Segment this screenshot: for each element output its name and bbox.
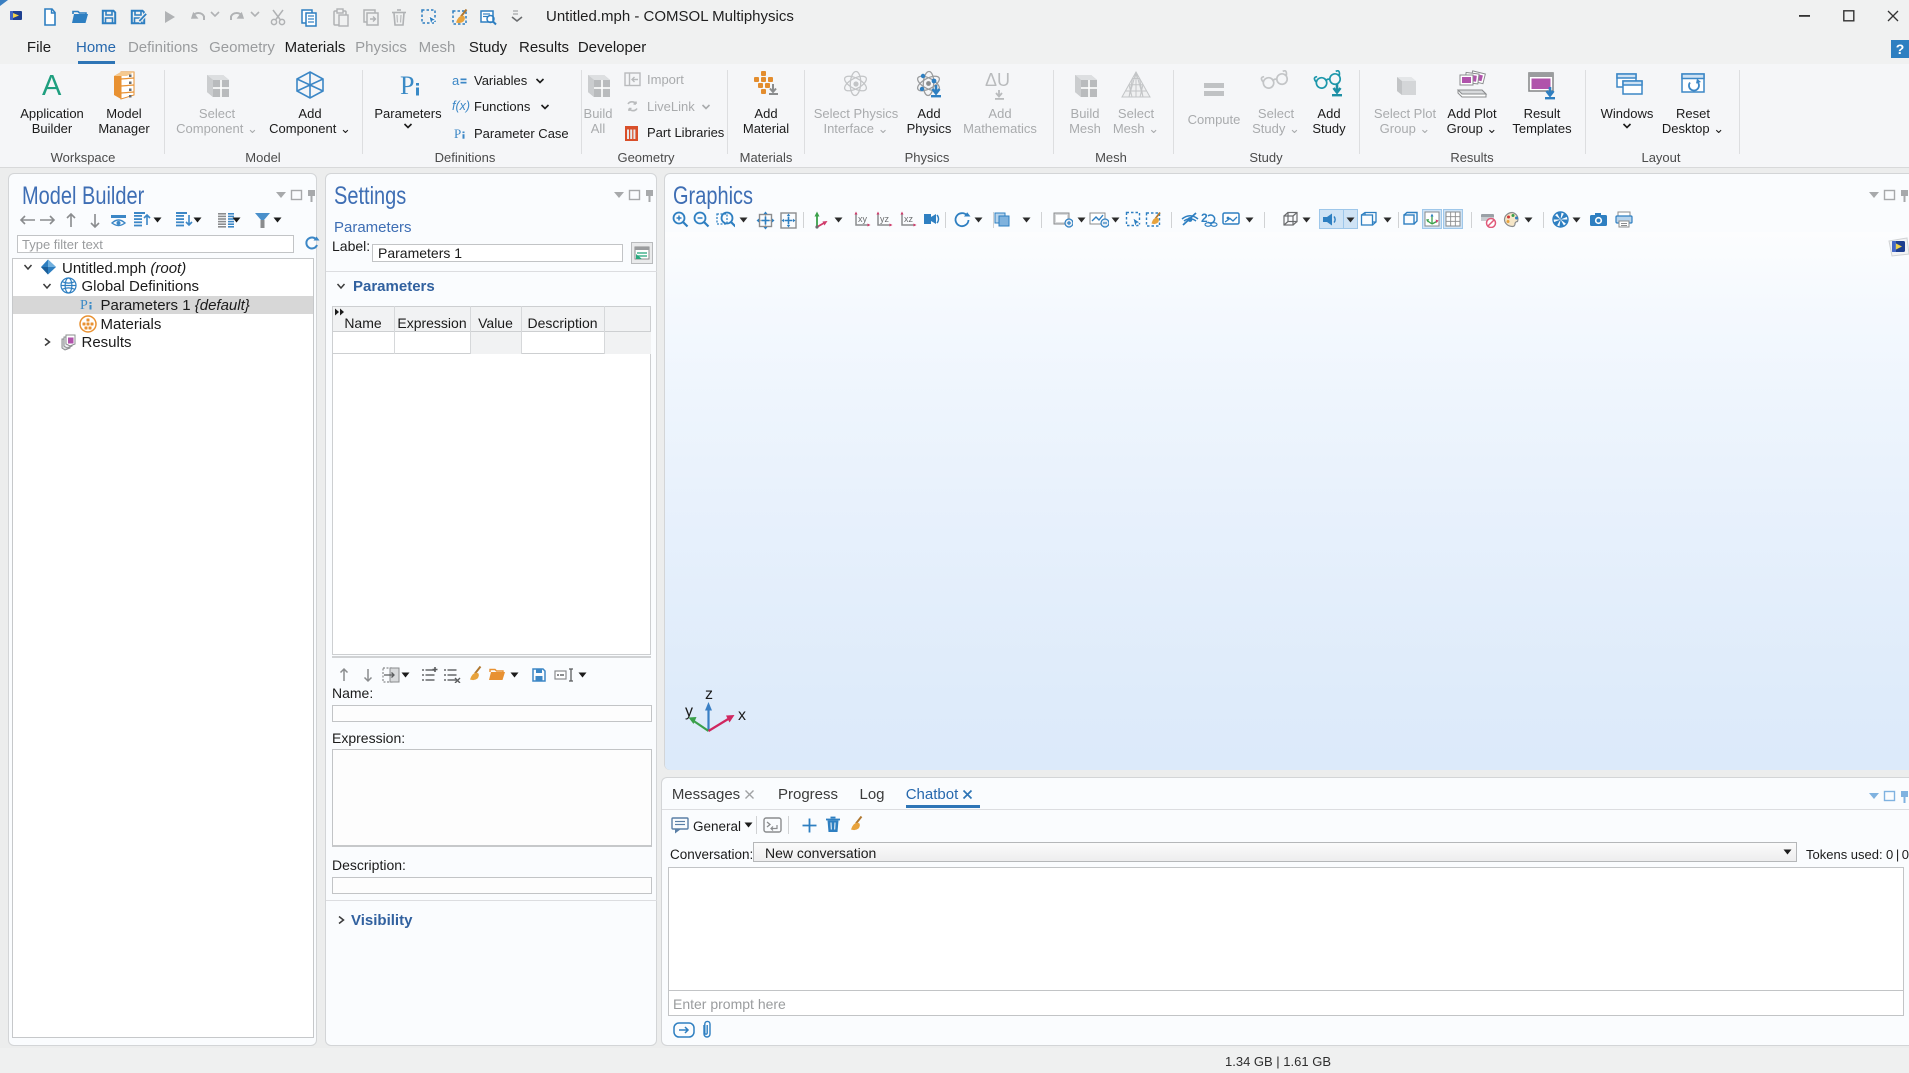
svg-text:P: P <box>400 71 414 100</box>
svg-text:xz: xz <box>904 214 914 224</box>
svg-text:f(x): f(x) <box>452 100 470 113</box>
svg-text:ΔU: ΔU <box>985 70 1010 90</box>
svg-text:xy: xy <box>858 214 868 224</box>
svg-text:x: x <box>738 707 746 724</box>
svg-text:z: z <box>705 687 713 703</box>
svg-text:a: a <box>452 74 460 87</box>
svg-text:A: A <box>42 70 62 100</box>
svg-text:P: P <box>454 126 461 140</box>
svg-text:P: P <box>80 298 88 312</box>
svg-text:yz: yz <box>880 214 890 224</box>
